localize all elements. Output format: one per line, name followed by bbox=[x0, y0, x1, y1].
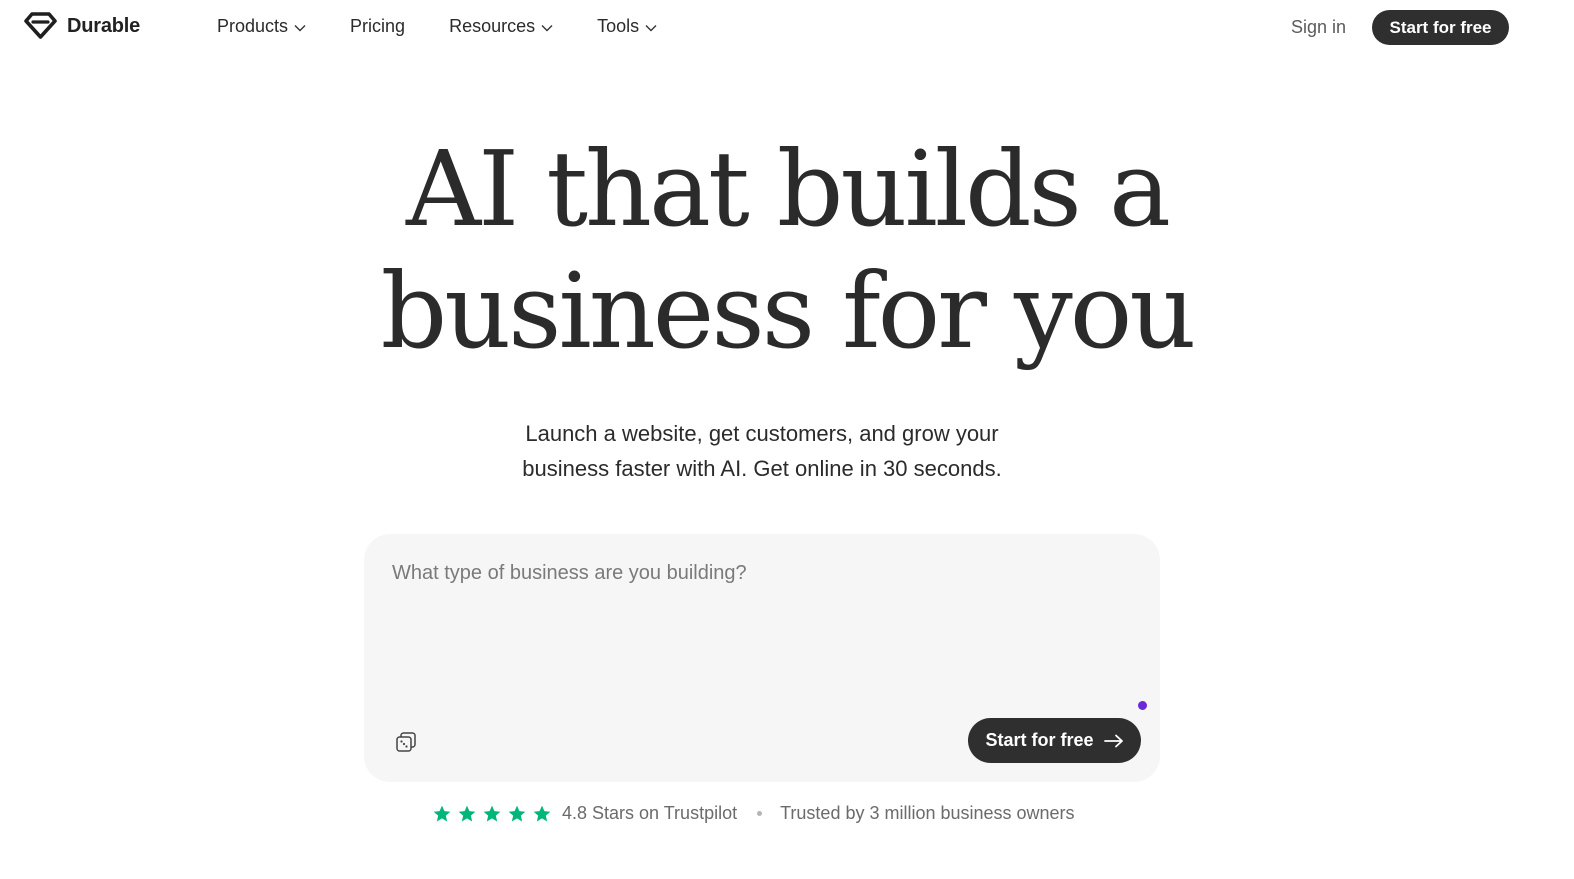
separator-dot bbox=[757, 811, 763, 816]
nav-item-pricing[interactable]: Pricing bbox=[350, 16, 405, 37]
brand-logo[interactable]: Durable bbox=[24, 12, 140, 40]
shuffle-dice-icon[interactable] bbox=[394, 730, 418, 754]
arrow-right-icon bbox=[1103, 734, 1123, 747]
chevron-down-icon bbox=[294, 24, 306, 31]
brand-name: Durable bbox=[67, 14, 141, 37]
nav-item-tools[interactable]: Tools bbox=[597, 16, 657, 37]
hero-title: AI that builds a business for you bbox=[0, 128, 1574, 372]
accent-dot bbox=[1138, 701, 1147, 710]
star-icon bbox=[483, 805, 501, 821]
chevron-down-icon bbox=[645, 24, 657, 31]
star-icon bbox=[458, 805, 476, 821]
trustpilot-stars bbox=[432, 804, 552, 824]
top-navigation: Durable Products Pricing Resources Tools… bbox=[0, 0, 1574, 56]
business-prompt-card: Start for free bbox=[364, 534, 1160, 782]
business-type-input[interactable] bbox=[392, 562, 1132, 702]
nav-item-products[interactable]: Products bbox=[217, 16, 306, 37]
trusted-by-text: Trusted by 3 million business owners bbox=[780, 803, 1075, 823]
nav-item-label: Tools bbox=[597, 16, 640, 36]
primary-nav: Products Pricing Resources Tools bbox=[217, 16, 701, 37]
nav-item-resources[interactable]: Resources bbox=[449, 16, 553, 37]
star-icon bbox=[533, 805, 551, 821]
durable-logo-icon bbox=[24, 12, 57, 39]
star-icon bbox=[433, 805, 451, 821]
sign-in-link[interactable]: Sign in bbox=[1291, 17, 1346, 38]
trustpilot-rating-text: 4.8 Stars on Trustpilot bbox=[562, 803, 738, 823]
hero-subtitle-line-1: Launch a website, get customers, and gro… bbox=[525, 421, 999, 446]
hero-subtitle-line-2: business faster with AI. Get online in 3… bbox=[522, 456, 1002, 481]
prompt-start-for-free-button[interactable]: Start for free bbox=[968, 718, 1141, 763]
hero-subtitle: Launch a website, get customers, and gro… bbox=[0, 416, 1524, 486]
chevron-down-icon bbox=[541, 24, 553, 31]
nav-item-label: Pricing bbox=[350, 16, 406, 36]
star-icon bbox=[508, 805, 526, 821]
trust-row: 4.8 Stars on Trustpilot Trusted by 3 mil… bbox=[432, 803, 1075, 824]
nav-item-label: Products bbox=[217, 16, 289, 36]
hero-title-line-1: AI that builds a bbox=[406, 128, 1171, 250]
prompt-cta-label: Start for free bbox=[985, 730, 1094, 750]
nav-start-for-free-button[interactable]: Start for free bbox=[1372, 10, 1509, 45]
nav-item-label: Resources bbox=[449, 16, 536, 36]
hero-title-line-2: business for you bbox=[380, 250, 1197, 372]
